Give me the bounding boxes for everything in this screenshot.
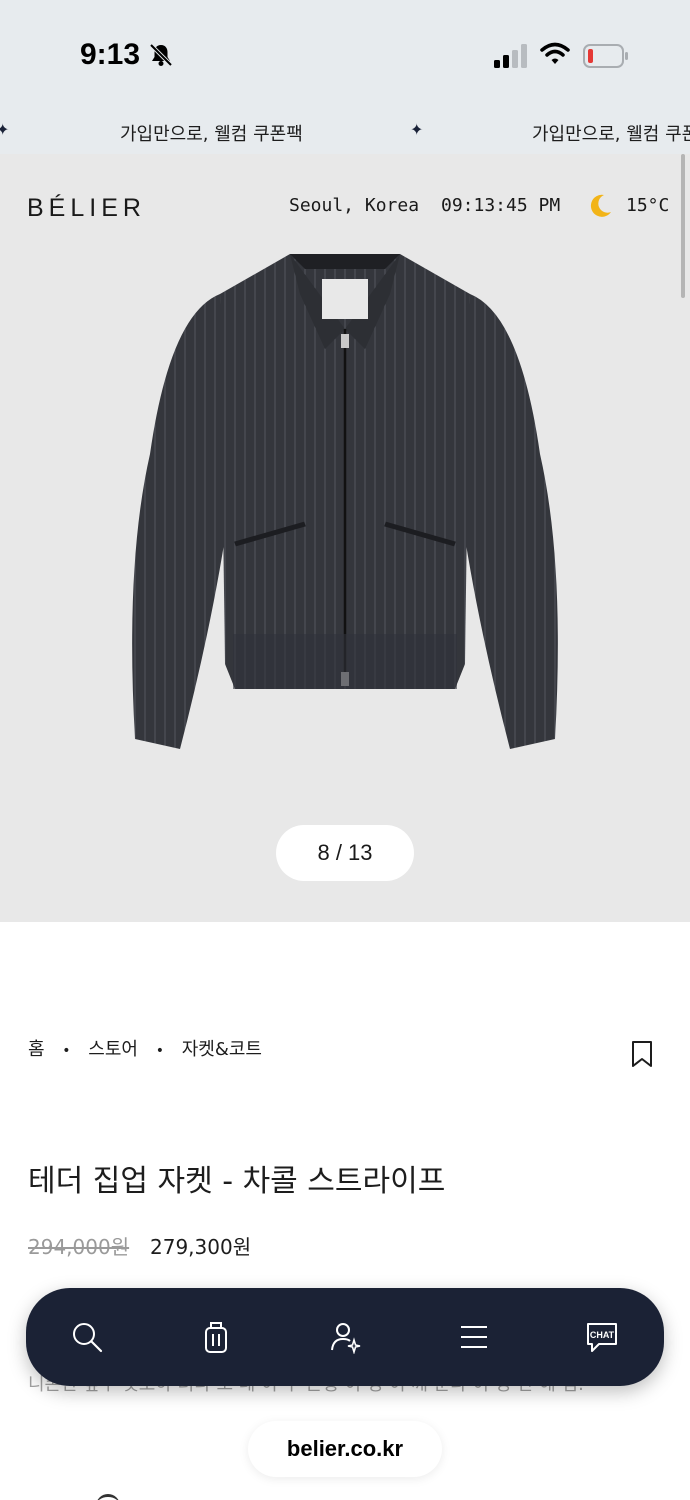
partial-icon xyxy=(96,1494,120,1500)
location-text: Seoul, Korea xyxy=(289,195,420,216)
clock-text: 09:13:45 PM xyxy=(441,195,561,216)
original-price: 294,000원 xyxy=(28,1235,130,1259)
scrollbar[interactable] xyxy=(681,154,685,298)
temperature-text: 15°C xyxy=(626,195,670,216)
sale-price: 279,300원 xyxy=(150,1235,252,1259)
battery-icon xyxy=(583,44,628,68)
cart-button[interactable] xyxy=(196,1317,236,1357)
product-gallery[interactable]: BÉLIER Seoul, Korea 09:13:45 PM 15°C 8 /… xyxy=(0,154,690,922)
status-time: 9:13 xyxy=(80,38,141,71)
menu-button[interactable] xyxy=(454,1317,494,1357)
account-button[interactable] xyxy=(325,1317,365,1357)
breadcrumb-separator: • xyxy=(62,1043,71,1059)
product-image[interactable] xyxy=(120,234,570,754)
breadcrumb-separator: • xyxy=(155,1043,164,1059)
chat-button[interactable]: CHAT xyxy=(582,1317,622,1357)
cellular-signal-icon xyxy=(494,44,527,68)
product-title: 테더 집업 자켓 - 차콜 스트라이프 xyxy=(28,1164,446,1199)
sparkle-icon: ✦ xyxy=(0,120,10,139)
bookmark-icon[interactable] xyxy=(630,1040,654,1068)
breadcrumb-home[interactable]: 홈 xyxy=(28,1035,45,1061)
bell-slash-icon xyxy=(149,43,173,67)
sparkle-icon: ✦ xyxy=(410,120,424,139)
moon-icon xyxy=(590,194,611,217)
promo-text[interactable]: 가입만으로, 웰컴 쿠폰 xyxy=(532,120,690,146)
chat-label: CHAT xyxy=(590,1330,615,1340)
status-bar: 9:13 xyxy=(0,0,690,110)
breadcrumb: 홈 • 스토어 • 자켓&코트 xyxy=(28,1035,262,1061)
breadcrumb-category[interactable]: 자켓&코트 xyxy=(182,1035,262,1061)
bottom-nav: CHAT xyxy=(26,1288,664,1386)
search-icon xyxy=(73,1323,103,1353)
brand-logo[interactable]: BÉLIER xyxy=(27,194,146,223)
menu-icon xyxy=(461,1326,487,1348)
wifi-icon xyxy=(540,42,570,64)
promo-text[interactable]: 가입만으로, 웰컴 쿠폰팩 xyxy=(120,120,303,146)
chat-icon: CHAT xyxy=(587,1323,617,1352)
cart-icon xyxy=(205,1322,227,1353)
url-bar[interactable]: belier.co.kr xyxy=(248,1421,442,1477)
search-button[interactable] xyxy=(67,1317,107,1357)
gallery-counter: 8 / 13 xyxy=(276,825,414,881)
breadcrumb-store[interactable]: 스토어 xyxy=(88,1035,138,1061)
account-icon xyxy=(331,1323,361,1354)
promo-marquee[interactable]: ✦ 가입만으로, 웰컴 쿠폰팩 ✦ 가입만으로, 웰컴 쿠폰 xyxy=(0,110,690,154)
